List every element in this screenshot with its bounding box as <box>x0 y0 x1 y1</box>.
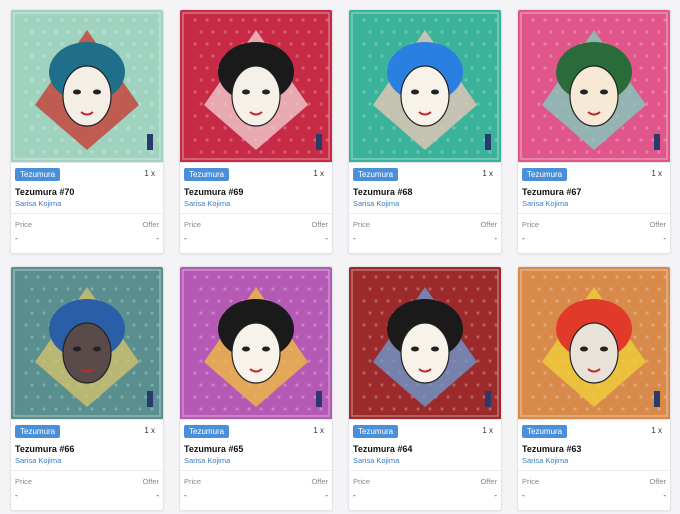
offer-value: - <box>663 234 666 243</box>
artwork-image[interactable] <box>349 10 501 163</box>
collection-tag[interactable]: Tezumura <box>184 168 230 181</box>
artist-link[interactable]: Sarisa Kojima <box>15 199 61 208</box>
edition-quantity: 1 x <box>313 169 324 178</box>
offer-value: - <box>156 491 159 500</box>
offer-value: - <box>156 234 159 243</box>
nft-card[interactable]: Tezumura 1 x Tezumura #65 Sarisa Kojima Pric… <box>179 266 333 511</box>
artist-link[interactable]: Sarisa Kojima <box>184 199 230 208</box>
price-label: Price <box>522 220 540 229</box>
item-title[interactable]: Tezumura #69 <box>184 187 243 197</box>
card-divider <box>180 213 332 214</box>
price-label: Price <box>522 477 540 486</box>
offer-label: Offer <box>142 477 159 486</box>
price-label: Price <box>184 220 202 229</box>
item-title[interactable]: Tezumura #68 <box>353 187 412 197</box>
artist-link[interactable]: Sarisa Kojima <box>522 456 568 465</box>
collection-tag[interactable]: Tezumura <box>353 168 399 181</box>
collection-tag[interactable]: Tezumura <box>15 425 61 438</box>
item-title[interactable]: Tezumura #67 <box>522 187 581 197</box>
nft-card[interactable]: Tezumura 1 x Tezumura #70 Sarisa Kojima Pric… <box>10 9 164 254</box>
item-title[interactable]: Tezumura #63 <box>522 444 581 454</box>
edition-quantity: 1 x <box>651 169 662 178</box>
nft-card[interactable]: Tezumura 1 x Tezumura #67 Sarisa Kojima Pric… <box>517 9 671 254</box>
card-divider <box>518 213 670 214</box>
price-label: Price <box>353 220 371 229</box>
price-value: - <box>15 234 18 243</box>
price-value: - <box>184 234 187 243</box>
edition-quantity: 1 x <box>144 426 155 435</box>
card-divider <box>349 213 501 214</box>
item-title[interactable]: Tezumura #64 <box>353 444 412 454</box>
card-divider <box>349 470 501 471</box>
offer-value: - <box>494 234 497 243</box>
price-value: - <box>353 234 356 243</box>
offer-value: - <box>325 491 328 500</box>
artist-link[interactable]: Sarisa Kojima <box>184 456 230 465</box>
card-divider <box>11 213 163 214</box>
offer-value: - <box>325 234 328 243</box>
artwork-illustration <box>349 10 501 162</box>
collection-tag[interactable]: Tezumura <box>184 425 230 438</box>
artwork-illustration <box>11 267 163 419</box>
price-value: - <box>15 491 18 500</box>
artwork-image[interactable] <box>11 267 163 420</box>
offer-label: Offer <box>649 477 666 486</box>
edition-quantity: 1 x <box>144 169 155 178</box>
price-value: - <box>184 491 187 500</box>
offer-label: Offer <box>142 220 159 229</box>
offer-label: Offer <box>649 220 666 229</box>
artwork-image[interactable] <box>518 10 670 163</box>
artwork-illustration <box>180 10 332 162</box>
offer-value: - <box>494 491 497 500</box>
offer-value: - <box>663 491 666 500</box>
nft-card[interactable]: Tezumura 1 x Tezumura #68 Sarisa Kojima Pric… <box>348 9 502 254</box>
offer-label: Offer <box>311 477 328 486</box>
artwork-illustration <box>518 267 670 419</box>
item-title[interactable]: Tezumura #66 <box>15 444 74 454</box>
price-label: Price <box>184 477 202 486</box>
artwork-image[interactable] <box>518 267 670 420</box>
collection-tag[interactable]: Tezumura <box>522 168 568 181</box>
artwork-image[interactable] <box>180 267 332 420</box>
card-divider <box>180 470 332 471</box>
artwork-illustration <box>11 10 163 162</box>
offer-label: Offer <box>311 220 328 229</box>
nft-card[interactable]: Tezumura 1 x Tezumura #69 Sarisa Kojima Pric… <box>179 9 333 254</box>
artist-link[interactable]: Sarisa Kojima <box>353 456 399 465</box>
artist-link[interactable]: Sarisa Kojima <box>522 199 568 208</box>
price-label: Price <box>15 477 33 486</box>
artwork-image[interactable] <box>11 10 163 163</box>
nft-card-grid: Tezumura 1 x Tezumura #70 Sarisa Kojima Pric… <box>0 0 680 514</box>
artwork-illustration <box>180 267 332 419</box>
item-title[interactable]: Tezumura #65 <box>184 444 243 454</box>
collection-tag[interactable]: Tezumura <box>522 425 568 438</box>
artwork-image[interactable] <box>180 10 332 163</box>
price-label: Price <box>15 220 33 229</box>
price-value: - <box>522 234 525 243</box>
edition-quantity: 1 x <box>313 426 324 435</box>
price-value: - <box>353 491 356 500</box>
collection-tag[interactable]: Tezumura <box>353 425 399 438</box>
offer-label: Offer <box>480 220 497 229</box>
price-value: - <box>522 491 525 500</box>
price-label: Price <box>353 477 371 486</box>
item-title[interactable]: Tezumura #70 <box>15 187 74 197</box>
edition-quantity: 1 x <box>482 169 493 178</box>
edition-quantity: 1 x <box>482 426 493 435</box>
card-divider <box>11 470 163 471</box>
nft-card[interactable]: Tezumura 1 x Tezumura #66 Sarisa Kojima Pric… <box>10 266 164 511</box>
artwork-image[interactable] <box>349 267 501 420</box>
edition-quantity: 1 x <box>651 426 662 435</box>
artwork-illustration <box>349 267 501 419</box>
artist-link[interactable]: Sarisa Kojima <box>353 199 399 208</box>
artwork-illustration <box>518 10 670 162</box>
card-divider <box>518 470 670 471</box>
collection-tag[interactable]: Tezumura <box>15 168 61 181</box>
artist-link[interactable]: Sarisa Kojima <box>15 456 61 465</box>
nft-card[interactable]: Tezumura 1 x Tezumura #64 Sarisa Kojima Pric… <box>348 266 502 511</box>
offer-label: Offer <box>480 477 497 486</box>
nft-card[interactable]: Tezumura 1 x Tezumura #63 Sarisa Kojima Pric… <box>517 266 671 511</box>
